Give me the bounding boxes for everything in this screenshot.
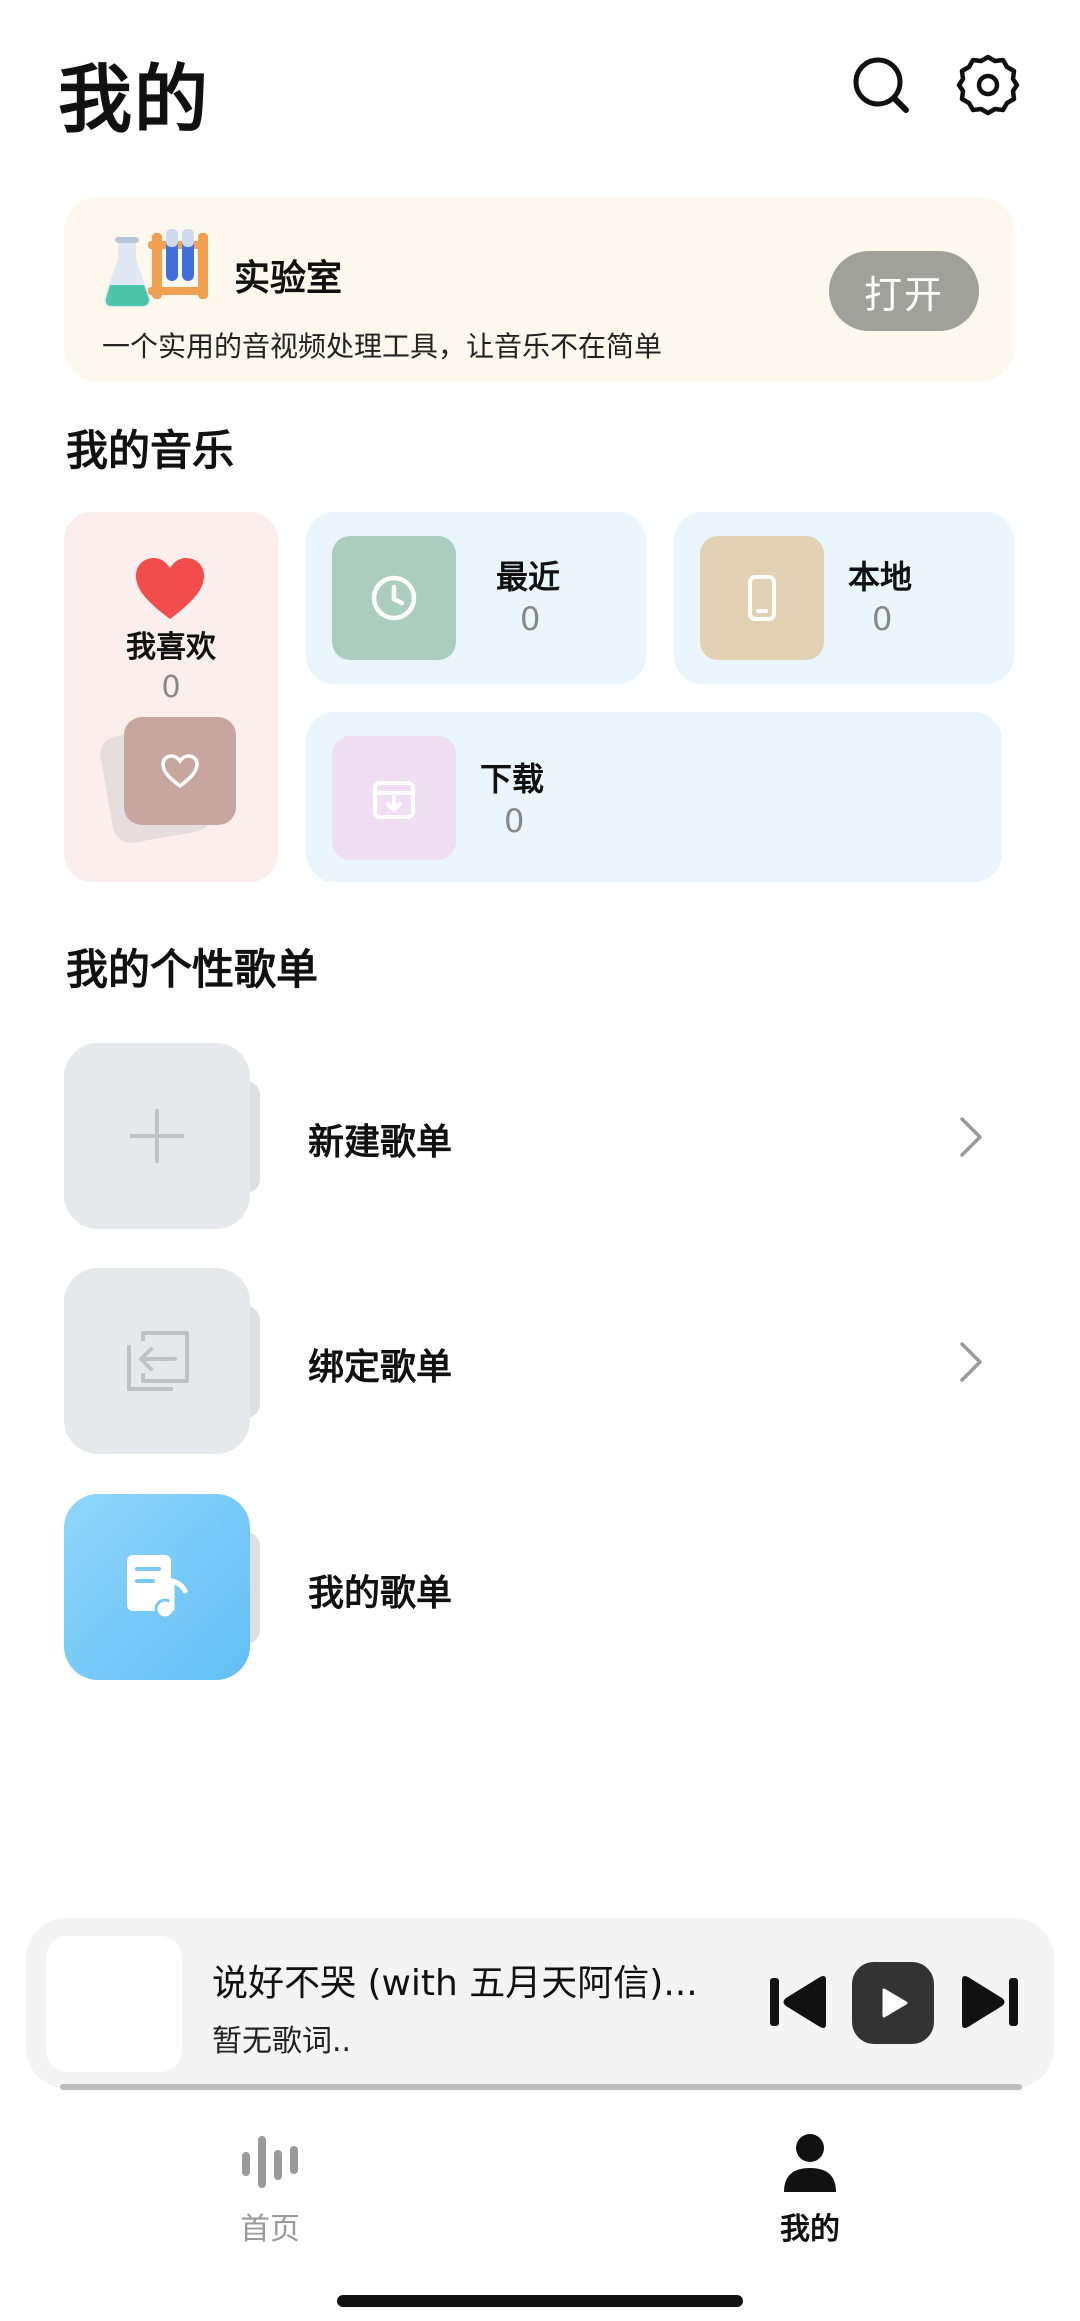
local-label: 本地 (848, 558, 913, 596)
person-icon (784, 2134, 836, 2192)
lab-flask-icon (102, 227, 214, 311)
local-cover (700, 536, 824, 660)
lab-title: 实验室 (234, 258, 343, 299)
favorites-label: 我喜欢 (126, 630, 216, 665)
recent-label: 最近 (496, 558, 561, 596)
music-note-doc-icon (64, 1494, 250, 1680)
recent-card[interactable]: 最近 0 (306, 512, 646, 684)
heart-icon (134, 557, 206, 621)
play-icon (882, 1988, 908, 2018)
plus-icon (64, 1043, 250, 1229)
tab-home[interactable]: 首页 (180, 2130, 360, 2250)
import-icon (64, 1268, 250, 1454)
favorites-card[interactable]: 我喜欢 0 (64, 512, 278, 882)
album-art[interactable] (46, 1936, 182, 2072)
play-button[interactable] (852, 1962, 934, 2044)
recent-count: 0 (520, 600, 541, 638)
local-card[interactable]: 本地 0 (674, 512, 1014, 684)
mini-player[interactable]: 说好不哭 (with 五月天阿信)... 暂无歌词.. (26, 1918, 1054, 2088)
playlists-title: 我的个性歌单 (66, 945, 319, 994)
lyrics-line: 暂无歌词.. (212, 2024, 352, 2059)
bind-playlist-row[interactable]: 绑定歌单 (64, 1268, 1014, 1454)
previous-track-button[interactable] (766, 1970, 832, 2034)
lab-card[interactable]: 实验室 一个实用的音视频处理工具，让音乐不在简单 打开 (64, 197, 1014, 382)
download-box-icon (373, 781, 415, 819)
heart-outline-icon (161, 754, 199, 789)
bind-playlist-label: 绑定歌单 (308, 1347, 453, 1388)
new-playlist-label: 新建歌单 (308, 1122, 453, 1163)
my-playlist-label: 我的歌单 (308, 1573, 453, 1614)
favorites-cover (124, 717, 236, 825)
chevron-right-icon (950, 1340, 990, 1384)
download-card[interactable]: 下载 0 (306, 712, 1002, 882)
recent-cover (332, 536, 456, 660)
lab-open-button[interactable]: 打开 (829, 251, 979, 331)
page-title: 我的 (58, 57, 210, 143)
local-count: 0 (872, 600, 893, 638)
playback-progress[interactable] (60, 2084, 1022, 2090)
new-playlist-row[interactable]: 新建歌单 (64, 1043, 1014, 1229)
chevron-right-icon (950, 1115, 990, 1159)
home-indicator (337, 2295, 743, 2307)
lab-description: 一个实用的音视频处理工具，让音乐不在简单 (102, 330, 663, 363)
my-playlist-row[interactable]: 我的歌单 (64, 1494, 1014, 1680)
phone-icon (748, 575, 776, 621)
song-title: 说好不哭 (with 五月天阿信)... (212, 1963, 698, 2004)
clock-icon (371, 575, 417, 621)
favorites-count: 0 (161, 670, 181, 705)
tab-mine-label: 我的 (780, 2212, 840, 2247)
tab-mine[interactable]: 我的 (720, 2130, 900, 2250)
search-icon[interactable] (848, 52, 914, 118)
next-track-button[interactable] (956, 1970, 1022, 2034)
download-cover (332, 736, 456, 860)
download-count: 0 (504, 802, 525, 840)
gear-icon[interactable] (955, 52, 1021, 118)
my-music-title: 我的音乐 (66, 426, 235, 475)
sound-bars-icon (242, 2136, 298, 2188)
tab-home-label: 首页 (240, 2212, 300, 2247)
download-label: 下载 (480, 760, 545, 798)
